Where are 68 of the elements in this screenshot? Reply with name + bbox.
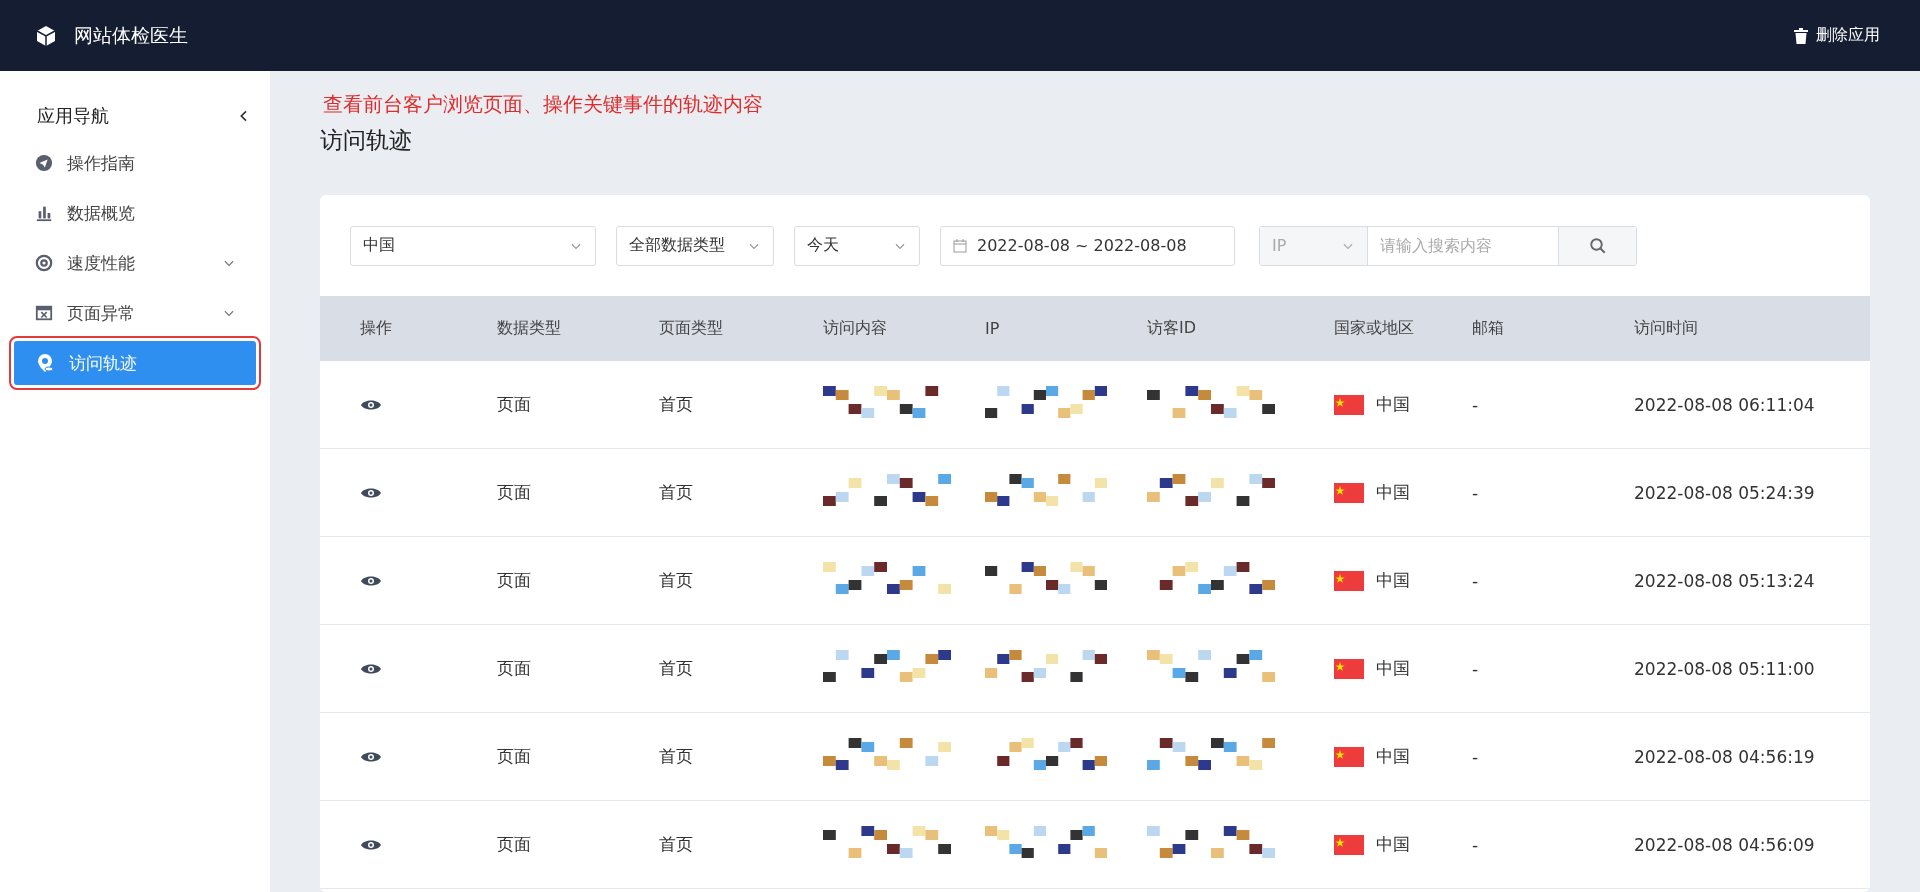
table-cell-text: 2022-08-08 05:24:39 [1634,482,1816,503]
nav-item[interactable]: 操作指南 [14,141,256,185]
date-range-field[interactable]: 2022-08-08 ~ 2022-08-08 [940,225,1235,266]
flag-icon [1334,482,1364,503]
trash-icon [1794,27,1808,44]
column-header: 数据类型 [497,318,562,339]
table-cell-text: 2022-08-08 04:56:09 [1634,834,1816,855]
table-cell-text: 首页 [659,745,694,768]
table-cell-text: 页面 [497,657,532,680]
search-icon [1588,236,1607,255]
table-cell-text: - [1472,482,1480,503]
nav-item[interactable]: 数据概览 [14,191,256,235]
app-title: 网站体检医生 [74,22,188,48]
table-cell-text: 2022-08-08 04:56:19 [1634,746,1816,767]
flag-icon [1334,746,1364,767]
table-cell: 中国 [1376,745,1410,768]
table-cell-text: - [1472,746,1480,767]
table-cell-text: 首页 [659,657,694,680]
column-header: 访客ID [1147,318,1198,339]
send-icon [35,154,53,172]
flag-icon [1334,394,1364,415]
table-cell-text: - [1472,834,1480,855]
nav-item[interactable]: 页面异常 [14,291,256,335]
table-cell-text: 首页 [659,393,694,416]
table-cell-text: - [1472,570,1480,591]
table-cell: 中国 [1376,833,1410,856]
column-header: 访问时间 [1634,318,1699,339]
table-cell-text: 页面 [497,833,532,856]
flag-icon [1334,834,1364,855]
table-cell-text: 首页 [659,481,694,504]
page-title: 访问轨迹 [320,126,413,155]
table-cell-text: - [1472,394,1480,415]
table-cell-text: 2022-08-08 05:13:24 [1634,570,1816,591]
error-window-icon [35,304,53,322]
search-button[interactable] [1558,226,1636,265]
period-select[interactable]: 今天 [794,225,920,266]
flag-icon [1334,658,1364,679]
table-cell: 中国 [1376,393,1410,416]
flag-icon [1334,570,1364,591]
column-header: 国家或地区 [1334,318,1415,339]
bar-chart-icon [35,204,53,222]
table-cell: 中国 [1376,569,1410,592]
sidebar-title: 应用导航 [37,104,109,128]
annotation-text: 查看前台客户浏览页面、操作关键事件的轨迹内容 [322,91,764,118]
nav-item[interactable]: 速度性能 [14,241,256,285]
table-cell: 中国 [1376,481,1410,504]
calendar-icon [953,238,967,253]
table-cell: 中国 [1376,657,1410,680]
table-cell-text: 首页 [659,833,694,856]
table-cell-text: 页面 [497,745,532,768]
table-cell-text: 页面 [497,393,532,416]
table-cell-text: 页面 [497,481,532,504]
table-cell-text: 2022-08-08 06:11:04 [1634,394,1816,415]
location-pin-icon [35,353,55,373]
table-cell-text: - [1472,658,1480,679]
table-cell-text: 页面 [497,569,532,592]
column-header: 页面类型 [659,318,724,339]
delete-app-button[interactable]: 删除应用 [1788,24,1886,47]
table-cell-text: 首页 [659,569,694,592]
data-type-select[interactable]: 全部数据类型 [616,225,774,266]
column-header: 邮箱 [1472,318,1505,339]
column-header: 操作 [360,318,393,339]
gauge-icon [35,254,53,272]
column-header: IP [985,319,1001,338]
table-cell-text: 2022-08-08 05:11:00 [1634,658,1816,679]
region-select[interactable]: 中国 [350,225,596,266]
cube-icon [36,24,56,47]
column-header: 访问内容 [823,318,888,339]
